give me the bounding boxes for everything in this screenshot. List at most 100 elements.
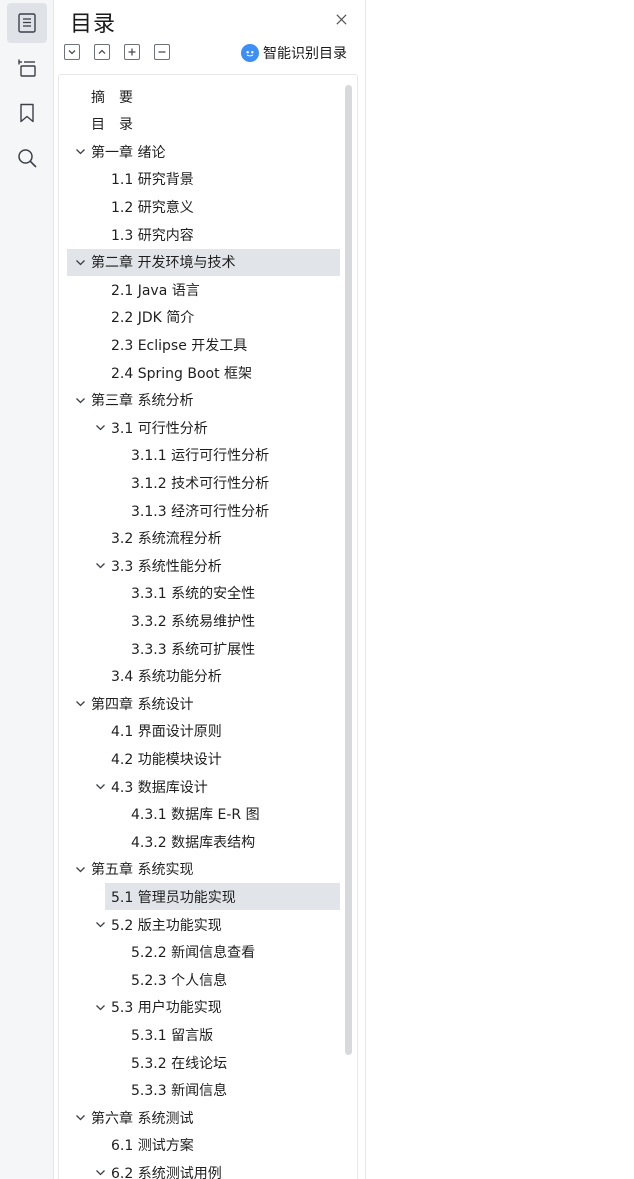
search-icon bbox=[18, 149, 37, 168]
chevron-down-icon[interactable] bbox=[73, 393, 87, 407]
bookmark-rail-button[interactable] bbox=[7, 93, 47, 133]
toc-item-label: 5.3 用户功能实现 bbox=[111, 1000, 222, 1017]
toc-item-label: 第四章 系统设计 bbox=[91, 696, 194, 713]
toc-item[interactable]: 第四章 系统设计 bbox=[67, 690, 340, 717]
toc-item[interactable]: 目 录 bbox=[67, 111, 340, 138]
toc-item[interactable]: 3.1.2 技术可行性分析 bbox=[67, 469, 340, 496]
toc-item[interactable]: 4.3 数据库设计 bbox=[67, 773, 340, 800]
toc-item-label: 5.2.3 个人信息 bbox=[131, 972, 228, 989]
toc-item[interactable]: 第五章 系统实现 bbox=[67, 856, 340, 883]
toc-item[interactable]: 5.3.1 留言版 bbox=[67, 1021, 340, 1048]
toc-item[interactable]: 4.2 功能模块设计 bbox=[67, 745, 340, 772]
toc-item-label: 1.2 研究意义 bbox=[111, 199, 194, 216]
chevron-down-icon[interactable] bbox=[73, 1111, 87, 1125]
toc-item-label: 6.1 测试方案 bbox=[111, 1138, 194, 1155]
icon-rail bbox=[0, 0, 54, 1179]
toc-item[interactable]: 第三章 系统分析 bbox=[67, 387, 340, 414]
toc-item-label: 3.1.1 运行可行性分析 bbox=[131, 448, 270, 465]
toc-item-label: 3.3 系统性能分析 bbox=[111, 558, 222, 575]
toc-item[interactable]: 1.2 研究意义 bbox=[67, 193, 340, 220]
toc-item[interactable]: 3.4 系统功能分析 bbox=[67, 663, 340, 690]
toc-item[interactable]: 6.2 系统测试用例 bbox=[67, 1159, 340, 1179]
toc-item-label: 2.1 Java 语言 bbox=[111, 282, 200, 299]
plus-icon bbox=[128, 48, 136, 56]
toc-item[interactable]: 第一章 绪论 bbox=[67, 138, 340, 165]
toc-item-label: 5.2.2 新闻信息查看 bbox=[131, 945, 256, 962]
chevron-down-icon[interactable] bbox=[73, 145, 87, 159]
scrollbar-thumb[interactable] bbox=[345, 85, 352, 1055]
thumbnail-rail-button[interactable] bbox=[7, 48, 47, 88]
toc-item[interactable]: 6.1 测试方案 bbox=[67, 1132, 340, 1159]
chevron-down-icon[interactable] bbox=[73, 862, 87, 876]
toc-list: 摘 要目 录第一章 绪论 1.1 研究背景 1.2 研究意义 1.3 研究内容 第二章 … bbox=[58, 74, 358, 1179]
toc-item[interactable]: 1.3 研究内容 bbox=[67, 221, 340, 248]
toc-item[interactable]: 5.3 用户功能实现 bbox=[67, 994, 340, 1021]
toc-item[interactable]: 3.3 系统性能分析 bbox=[67, 552, 340, 579]
toc-item-label: 3.4 系统功能分析 bbox=[111, 669, 222, 686]
toc-panel: 目录 智能识别目录 摘 要 目 录 第一章 绪论 1.1 研究背景 1.2 研究… bbox=[54, 0, 366, 1179]
toc-item[interactable]: 2.2 JDK 简介 bbox=[67, 304, 340, 331]
toc-item[interactable]: 4.1 界面设计原则 bbox=[67, 718, 340, 745]
smart-toc-label: 智能识别目录 bbox=[263, 46, 347, 62]
toc-item[interactable]: 5.1 管理员功能实现 bbox=[105, 883, 340, 911]
chevron-down-icon[interactable] bbox=[93, 780, 107, 794]
panel-title: 目录 bbox=[70, 12, 117, 37]
toc-item[interactable]: 1.1 研究背景 bbox=[67, 166, 340, 193]
toc-item-label: 5.1 管理员功能实现 bbox=[111, 889, 236, 906]
toc-item-label: 2.2 JDK 简介 bbox=[111, 310, 195, 327]
toc-item[interactable]: 2.1 Java 语言 bbox=[67, 276, 340, 303]
toc-item[interactable]: 3.1.1 运行可行性分析 bbox=[67, 442, 340, 469]
toc-item[interactable]: 摘 要 bbox=[67, 83, 340, 110]
smart-toc-button[interactable]: 智能识别目录 bbox=[241, 42, 347, 64]
toc-icon bbox=[18, 13, 36, 33]
toc-item[interactable]: 3.3.3 系统可扩展性 bbox=[67, 635, 340, 662]
toc-item[interactable]: 5.3.2 在线论坛 bbox=[67, 1049, 340, 1076]
toc-item-label: 第一章 绪论 bbox=[91, 144, 166, 161]
minus-icon bbox=[158, 51, 166, 53]
chevron-down-icon bbox=[68, 50, 76, 55]
chevron-down-icon[interactable] bbox=[93, 1166, 107, 1179]
toc-item-label: 2.4 Spring Boot 框架 bbox=[111, 365, 253, 382]
toc-item[interactable]: 2.4 Spring Boot 框架 bbox=[67, 359, 340, 386]
toc-item[interactable]: 5.3.3 新闻信息 bbox=[67, 1077, 340, 1104]
toc-item[interactable]: 5.2 版主功能实现 bbox=[67, 911, 340, 938]
chevron-down-icon[interactable] bbox=[93, 1000, 107, 1014]
toc-item-label: 第三章 系统分析 bbox=[91, 393, 194, 410]
toc-item[interactable]: 3.1.3 经济可行性分析 bbox=[67, 497, 340, 524]
toc-item-label: 4.1 界面设计原则 bbox=[111, 724, 222, 741]
toc-item-label: 4.3 数据库设计 bbox=[111, 779, 208, 796]
toc-item-label: 目 录 bbox=[91, 117, 133, 134]
chevron-down-icon[interactable] bbox=[93, 559, 107, 573]
add-entry-button[interactable] bbox=[124, 44, 140, 60]
toc-item[interactable]: 4.3.1 数据库 E-R 图 bbox=[67, 801, 340, 828]
toc-item[interactable]: 第六章 系统测试 bbox=[67, 1104, 340, 1131]
toc-item-label: 第六章 系统测试 bbox=[91, 1110, 194, 1127]
toc-item[interactable]: 3.3.2 系统易维护性 bbox=[67, 607, 340, 634]
expand-all-button[interactable] bbox=[64, 44, 80, 60]
smart-recognition-icon bbox=[241, 44, 259, 62]
toc-item[interactable]: 3.3.1 系统的安全性 bbox=[67, 580, 340, 607]
toc-item[interactable]: 5.2.3 个人信息 bbox=[67, 966, 340, 993]
toc-item[interactable]: 2.3 Eclipse 开发工具 bbox=[67, 331, 340, 358]
remove-entry-button[interactable] bbox=[154, 44, 170, 60]
toc-item-label: 3.1.3 经济可行性分析 bbox=[131, 503, 270, 520]
toc-item-label: 4.3.2 数据库表结构 bbox=[131, 834, 256, 851]
toc-item-label: 3.2 系统流程分析 bbox=[111, 531, 222, 548]
toc-item-label: 3.3.1 系统的安全性 bbox=[131, 586, 256, 603]
toc-item[interactable]: 5.2.2 新闻信息查看 bbox=[67, 939, 340, 966]
chevron-up-icon bbox=[98, 49, 106, 54]
toc-item[interactable]: 3.2 系统流程分析 bbox=[67, 525, 340, 552]
toc-item[interactable]: 3.1 可行性分析 bbox=[67, 414, 340, 441]
toc-item[interactable]: 4.3.2 数据库表结构 bbox=[67, 828, 340, 855]
search-rail-button[interactable] bbox=[7, 138, 47, 178]
close-panel-button[interactable] bbox=[332, 10, 350, 28]
chevron-down-icon[interactable] bbox=[73, 697, 87, 711]
thumbnail-icon bbox=[18, 59, 36, 77]
chevron-down-icon[interactable] bbox=[73, 255, 87, 269]
collapse-all-button[interactable] bbox=[94, 44, 110, 60]
chevron-down-icon[interactable] bbox=[93, 421, 107, 435]
toc-rail-button[interactable] bbox=[7, 3, 47, 43]
toc-item[interactable]: 第二章 开发环境与技术 bbox=[67, 248, 340, 276]
chevron-down-icon[interactable] bbox=[93, 918, 107, 932]
toc-item-label: 5.3.2 在线论坛 bbox=[131, 1055, 228, 1072]
